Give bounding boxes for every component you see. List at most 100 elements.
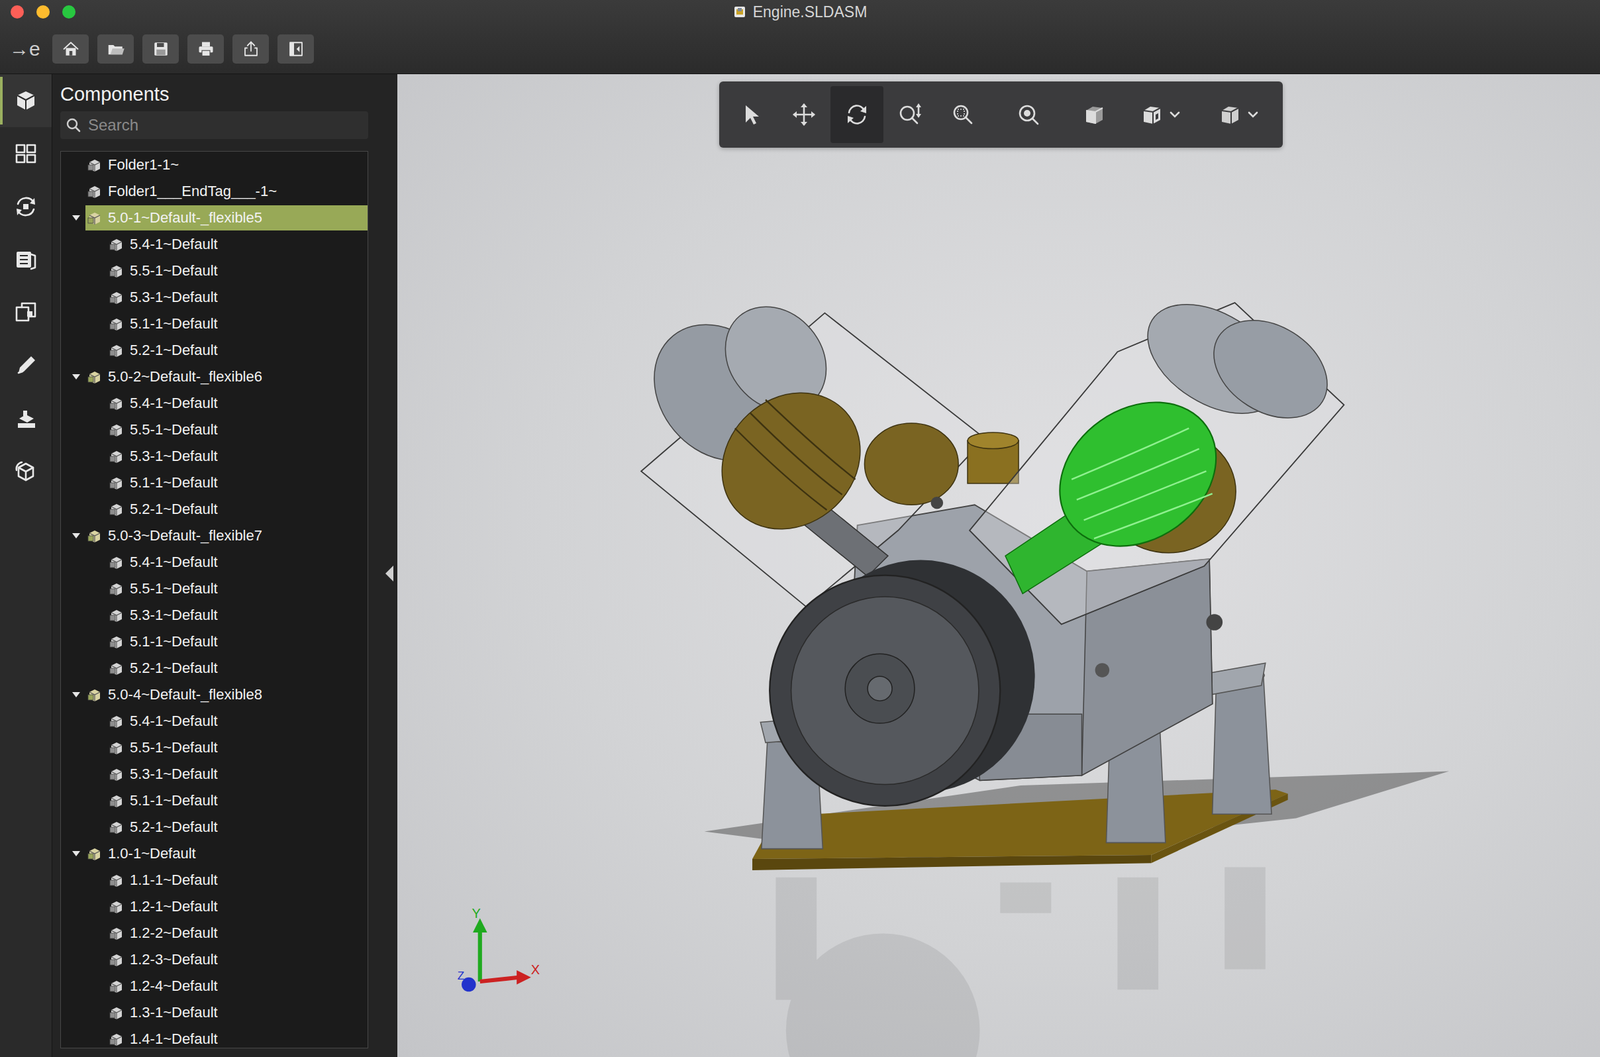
tree-item-label[interactable]: 1.3-1~Default	[107, 1000, 368, 1026]
tree-row[interactable]: 5.0-3~Default-_flexible7	[60, 522, 368, 550]
minimize-button[interactable]	[36, 5, 50, 19]
tree-row[interactable]: 5.0-2~Default-_flexible6	[60, 363, 368, 391]
engine-model[interactable]: Y X Z	[397, 74, 1600, 1057]
tree-item-label[interactable]: 1.1-1~Default	[107, 867, 368, 893]
model-viewport[interactable]: Y X Z	[397, 74, 1600, 1057]
open-button[interactable]	[97, 34, 134, 64]
tree-row[interactable]: 1.0-1~Default	[60, 840, 368, 867]
tree-row[interactable]: 5.2-1~Default	[60, 654, 368, 682]
tree-row[interactable]: 5.1-1~Default	[60, 787, 368, 814]
tree-item-label[interactable]: 1.2-1~Default	[107, 894, 368, 920]
search-input[interactable]	[86, 115, 369, 136]
tree-item-label[interactable]: 5.0-4~Default-_flexible8	[85, 682, 368, 708]
tree-row[interactable]: 1.2-3~Default	[60, 946, 368, 973]
tree-row[interactable]: 5.3-1~Default	[60, 601, 368, 629]
tree-item-label[interactable]: 5.2-1~Default	[107, 337, 368, 363]
tree-item-label[interactable]: 1.2-3~Default	[107, 947, 368, 973]
expand-toggle[interactable]	[66, 840, 86, 867]
zoom-area-button[interactable]	[936, 86, 990, 144]
section-tab[interactable]	[0, 392, 52, 446]
app-logo[interactable]: →e	[9, 37, 44, 61]
tree-row[interactable]: 1.2-2~Default	[60, 919, 368, 947]
tree-item-label[interactable]: Folder1-1~	[85, 152, 368, 178]
tree-row[interactable]: Folder1-1~	[60, 151, 368, 179]
tree-row[interactable]: Folder1___EndTag___-1~	[60, 178, 368, 205]
tree-row[interactable]: 1.1-1~Default	[60, 866, 368, 894]
library-tab[interactable]	[0, 233, 52, 287]
tree-item-label[interactable]: 5.3-1~Default	[107, 443, 368, 469]
display-style-button[interactable]	[1120, 86, 1199, 144]
hide-show-button[interactable]	[1198, 86, 1277, 144]
tree-item-label[interactable]: 5.5-1~Default	[107, 417, 368, 443]
tree-row[interactable]: 5.2-1~Default	[60, 337, 368, 364]
tree-row[interactable]: 5.5-1~Default	[60, 257, 368, 285]
tree-row[interactable]: 1.2-1~Default	[60, 893, 368, 920]
tree-row[interactable]: 5.4-1~Default	[60, 390, 368, 417]
tree-item-label[interactable]: Folder1___EndTag___-1~	[85, 178, 368, 204]
tree-row[interactable]: 5.0-4~Default-_flexible8	[60, 681, 368, 708]
tree-item-label[interactable]: 5.3-1~Default	[107, 761, 368, 787]
animations-tab[interactable]	[0, 180, 52, 234]
explode-tab[interactable]	[0, 445, 52, 499]
components-tab[interactable]	[0, 74, 52, 128]
sidebar-button[interactable]	[277, 34, 314, 64]
measure-tab[interactable]	[0, 286, 52, 340]
tree-row[interactable]: 5.1-1~Default	[60, 310, 368, 338]
expand-toggle[interactable]	[66, 681, 86, 708]
tree-row[interactable]: 5.1-1~Default	[60, 628, 368, 655]
save-button[interactable]	[142, 34, 179, 64]
views-tab[interactable]	[0, 127, 52, 181]
tree-item-label[interactable]: 1.2-4~Default	[107, 973, 368, 999]
tree-row[interactable]: 5.2-1~Default	[60, 813, 368, 841]
tree-item-label[interactable]: 5.1-1~Default	[107, 788, 368, 814]
close-button[interactable]	[10, 5, 24, 19]
tree-item-label[interactable]: 5.0-2~Default-_flexible6	[85, 364, 368, 390]
search-box[interactable]	[60, 111, 369, 140]
expand-toggle[interactable]	[66, 363, 86, 391]
share-button[interactable]	[232, 34, 269, 64]
tree-row[interactable]: 5.4-1~Default	[60, 549, 368, 576]
tree-row[interactable]: 5.3-1~Default	[60, 760, 368, 788]
tree-item-label[interactable]: 5.5-1~Default	[107, 735, 368, 761]
tree-row[interactable]: 5.4-1~Default	[60, 707, 368, 735]
tree-row[interactable]: 5.2-1~Default	[60, 496, 368, 523]
select-button[interactable]	[724, 86, 778, 144]
tree-row[interactable]: 5.3-1~Default	[60, 284, 368, 311]
tree-item-label[interactable]: 5.4-1~Default	[107, 549, 368, 575]
tree-item-label[interactable]: 5.1-1~Default	[107, 629, 368, 655]
markup-tab[interactable]	[0, 339, 52, 393]
tree-item-label[interactable]: 5.4-1~Default	[107, 708, 368, 734]
tree-item-label[interactable]: 5.1-1~Default	[107, 311, 368, 337]
tree-row[interactable]: 5.5-1~Default	[60, 734, 368, 761]
tree-item-label[interactable]: 5.0-3~Default-_flexible7	[85, 523, 368, 549]
tree-item-label[interactable]: 5.3-1~Default	[107, 284, 368, 310]
tree-row[interactable]: 1.3-1~Default	[60, 999, 368, 1026]
home-button[interactable]	[52, 34, 89, 64]
tree-item-label[interactable]: 5.1-1~Default	[107, 470, 368, 496]
pan-button[interactable]	[777, 86, 831, 144]
tree-row[interactable]: 5.1-1~Default	[60, 469, 368, 497]
collapse-panel-icon[interactable]	[384, 564, 395, 583]
tree-item-label[interactable]: 5.5-1~Default	[107, 576, 368, 602]
tree-item-label[interactable]: 1.4-1~Default	[107, 1026, 368, 1049]
tree-item-label[interactable]: 5.4-1~Default	[107, 231, 368, 257]
standard-views-button[interactable]	[1067, 86, 1121, 144]
tree-item-label[interactable]: 5.2-1~Default	[107, 496, 368, 522]
expand-toggle[interactable]	[66, 522, 86, 550]
tree-row[interactable]: 1.2-4~Default	[60, 972, 368, 1000]
tree-row[interactable]: 1.4-1~Default	[60, 1025, 368, 1049]
tree-item-label[interactable]: 5.0-1~Default-_flexible5	[85, 205, 368, 231]
expand-toggle[interactable]	[66, 204, 86, 232]
tree-item-label[interactable]: 5.2-1~Default	[107, 655, 368, 681]
zoom-button[interactable]	[883, 86, 937, 144]
tree-item-label[interactable]: 5.2-1~Default	[107, 814, 368, 840]
tree-row[interactable]: 5.4-1~Default	[60, 231, 368, 258]
tree-item-label[interactable]: 5.3-1~Default	[107, 602, 368, 628]
tree-item-label[interactable]: 1.0-1~Default	[85, 841, 368, 867]
tree-item-label[interactable]: 5.4-1~Default	[107, 390, 368, 416]
tree-item-label[interactable]: 5.5-1~Default	[107, 258, 368, 284]
zoom-fit-button[interactable]	[1001, 86, 1055, 144]
rotate-button[interactable]	[830, 86, 884, 144]
zoom-button[interactable]	[62, 5, 76, 19]
tree-row[interactable]: 5.5-1~Default	[60, 416, 368, 444]
